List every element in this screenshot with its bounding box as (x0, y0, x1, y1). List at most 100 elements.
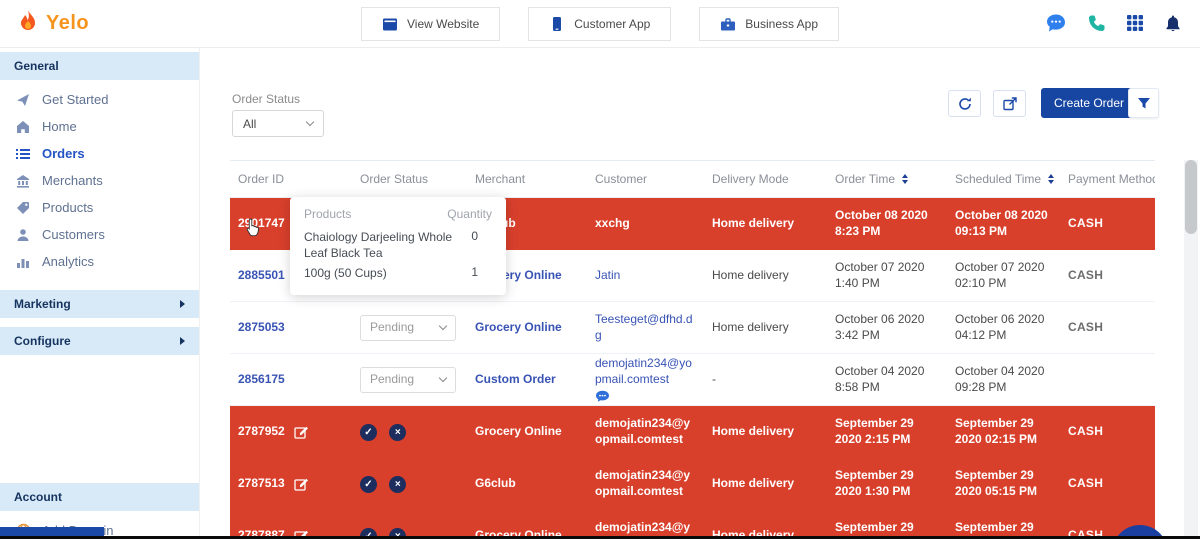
column-header-delivery-mode: Delivery Mode (712, 172, 789, 186)
table-row[interactable]: 2856175 Pending Custom Order demojatin23… (230, 354, 1155, 406)
external-link-icon (1002, 96, 1017, 110)
sidebar-item-orders[interactable]: Orders (0, 140, 199, 167)
customer-cell[interactable]: Teesteget@dfhd.dg (587, 312, 704, 343)
customer-cell[interactable]: demojatin234@yopmail.comtest (587, 416, 704, 447)
order-id-link[interactable]: 2787952 (238, 424, 285, 440)
chevron-down-icon (438, 321, 448, 331)
decline-order-icon[interactable]: × (389, 475, 407, 493)
support-chat-icon[interactable] (1045, 13, 1067, 33)
sidebar-item-merchants[interactable]: Merchants (0, 167, 199, 194)
product-quantity: 0 (471, 229, 478, 243)
edit-icon[interactable] (294, 477, 309, 491)
customer-cell[interactable]: demojatin234@yopmail.comtest (587, 468, 704, 499)
scheduled-time-cell: September 29 2020 05:15 PM (955, 468, 1038, 498)
product-quantity: 1 (471, 265, 478, 280)
payment-cell: CASH (1068, 476, 1104, 491)
order-time-cell: September 29 2020 2:15 PM (835, 416, 914, 446)
filter-button[interactable] (1128, 88, 1159, 118)
popover-product-row: 100g (50 Cups) 1 (304, 265, 492, 281)
order-time-cell: September 29 2020 1:30 PM (835, 468, 914, 498)
sidebar-item-products[interactable]: Products (0, 194, 199, 221)
payment-cell: CASH (1068, 267, 1104, 282)
create-order-button[interactable]: Create Order (1041, 88, 1138, 118)
column-header-order-id: Order ID (238, 172, 285, 186)
customer-cell[interactable]: Jatin (587, 268, 704, 284)
section-account-label: Account (14, 490, 62, 504)
smartphone-icon (553, 17, 562, 31)
scheduled-time-cell: October 04 2020 09:28 PM (955, 363, 1045, 394)
product-name: Chaiology Darjeeling Whole Leaf Black Te… (304, 230, 453, 261)
customer-app-label: Customer App (574, 17, 651, 31)
chevron-right-icon (180, 300, 185, 308)
top-navigation: View Website Customer App Business App (360, 7, 840, 41)
customer-cell[interactable]: xxchg (587, 216, 704, 232)
section-marketing-label: Marketing (14, 297, 71, 311)
order-status-filter-select[interactable]: All (232, 110, 324, 137)
payment-cell: CASH (1068, 319, 1104, 334)
table-row[interactable]: 2875053 Pending Grocery Online Teesteget… (230, 302, 1155, 354)
decline-order-icon[interactable]: × (389, 423, 407, 441)
logo-text: Yelo (46, 11, 90, 34)
scrollbar[interactable] (1184, 160, 1198, 539)
topbar: Yelo View Website Customer App Business … (0, 0, 1200, 48)
sidebar-section-general: General (0, 52, 199, 80)
chat-bubble-icon[interactable] (595, 390, 610, 403)
sidebar-item-get-started[interactable]: Get Started (0, 86, 199, 113)
business-app-button[interactable]: Business App (699, 7, 840, 41)
rocket-icon (16, 92, 31, 107)
merchant-cell[interactable]: Grocery Online (467, 424, 587, 440)
sidebar-item-label: Home (42, 119, 77, 134)
column-header-order-time: Order Time (827, 172, 947, 186)
notifications-bell-icon[interactable] (1164, 14, 1182, 33)
order-status-dropdown[interactable]: Pending (360, 314, 456, 341)
sidebar-item-home[interactable]: Home (0, 113, 199, 140)
sidebar-section-configure[interactable]: Configure (0, 327, 199, 355)
apps-grid-icon[interactable] (1126, 14, 1144, 32)
merchant-cell[interactable]: Grocery Online (467, 320, 587, 336)
export-button[interactable] (993, 90, 1026, 117)
customer-app-button[interactable]: Customer App (528, 7, 672, 41)
order-id-link[interactable]: 2885501 (238, 268, 285, 284)
delivery-mode-cell: Home delivery (712, 267, 789, 282)
accept-order-icon[interactable]: ✓ (360, 475, 377, 493)
order-status-filter-label: Order Status (232, 92, 301, 106)
accept-order-icon[interactable]: ✓ (360, 423, 377, 441)
delivery-mode-cell: Home delivery (712, 476, 795, 491)
order-time-cell: October 06 2020 3:42 PM (835, 311, 925, 342)
delivery-mode-cell: Home delivery (712, 424, 795, 439)
order-status-dropdown[interactable]: Pending (360, 366, 456, 393)
table-row[interactable]: 2787887 ✓ × Grocery Online demojatin234@… (230, 510, 1155, 539)
yelo-logo[interactable]: Yelo (16, 9, 89, 37)
order-id-link[interactable]: 2856175 (238, 372, 285, 388)
scrollbar-thumb[interactable] (1185, 160, 1197, 234)
business-app-label: Business App (745, 17, 819, 31)
sidebar-item-analytics[interactable]: Analytics (0, 248, 199, 275)
payment-cell: CASH (1068, 216, 1104, 231)
call-icon[interactable] (1087, 14, 1106, 33)
edit-icon[interactable] (294, 425, 309, 439)
sidebar-section-marketing[interactable]: Marketing (0, 290, 199, 318)
sort-icon[interactable] (1048, 174, 1055, 184)
view-website-label: View Website (406, 17, 480, 31)
merchant-cell[interactable]: Custom Order (467, 372, 587, 388)
chevron-down-icon (438, 373, 448, 383)
sort-icon[interactable] (902, 174, 909, 184)
merchant-cell[interactable]: G6club (467, 476, 587, 492)
order-id-link[interactable]: 2787513 (238, 476, 285, 492)
table-row[interactable]: 2787513 ✓ × G6club demojatin234@yopmail.… (230, 458, 1155, 510)
order-time-cell: October 04 2020 8:58 PM (835, 363, 925, 394)
analytics-bars-icon (16, 254, 31, 269)
order-status-filter-value: All (243, 116, 257, 131)
column-header-merchant: Merchant (475, 172, 526, 186)
scheduled-time-cell: September 29 2020 02:15 PM (955, 416, 1038, 446)
order-id-link[interactable]: 2875053 (238, 320, 285, 336)
refresh-button[interactable] (948, 90, 981, 117)
view-website-button[interactable]: View Website (360, 7, 501, 41)
chevron-right-icon (180, 337, 185, 345)
website-icon (382, 18, 397, 30)
sidebar-item-customers[interactable]: Customers (0, 221, 199, 248)
customer-cell[interactable]: demojatin234@yopmail.comtest (595, 356, 696, 387)
table-row[interactable]: 2787952 ✓ × Grocery Online demojatin234@… (230, 406, 1155, 458)
orders-page: Order Status All Create Order Order ID O… (200, 48, 1200, 539)
sidebar-section-account: Account (0, 483, 199, 511)
